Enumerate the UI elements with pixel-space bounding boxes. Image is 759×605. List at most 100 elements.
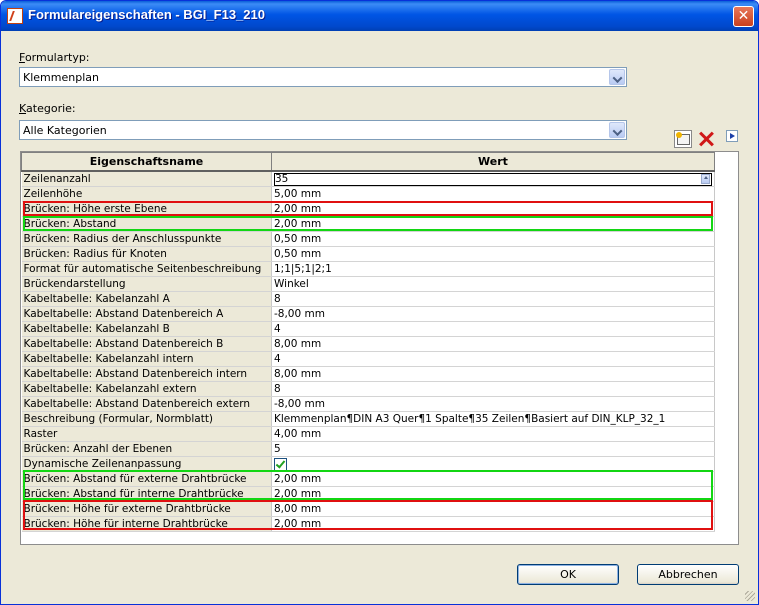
table-row[interactable]: Brücken: Höhe für externe Drahtbrücke 8,0… [21, 501, 715, 517]
property-name[interactable]: Kabeltabelle: Abstand Datenbereich inter… [21, 366, 272, 382]
property-value[interactable]: 2,00 mm [271, 471, 715, 487]
property-name[interactable]: Brücken: Abstand [21, 216, 272, 232]
table-row[interactable]: Format für automatische Seitenbeschreibu… [21, 261, 715, 277]
table-row[interactable]: Kabeltabelle: Kabelanzahl A8 [21, 291, 715, 307]
property-value[interactable]: 8 [271, 381, 715, 397]
property-value[interactable]: 4 [271, 321, 715, 337]
property-name[interactable]: Brücken: Abstand für externe Drahtbrücke [21, 471, 272, 487]
property-value[interactable]: -8,00 mm [271, 306, 715, 322]
zeilenanzahl-value: 35 [275, 172, 289, 185]
property-value[interactable]: 8 [271, 291, 715, 307]
delete-icon[interactable] [697, 130, 715, 148]
spinner-icon[interactable] [701, 173, 710, 184]
property-name[interactable]: Kabeltabelle: Abstand Datenbereich exter… [21, 396, 272, 412]
property-value[interactable]: 2,00 mm [271, 486, 715, 502]
formulartyp-label: Formulartyp: [19, 51, 90, 64]
dialog-window: Formulareigenschaften - BGI_F13_210 ✕ Fo… [0, 0, 759, 605]
property-value[interactable]: -8,00 mm [271, 396, 715, 412]
table-row[interactable]: Brücken: Abstand für interne Drahtbrücke… [21, 486, 715, 502]
property-value[interactable]: 8,00 mm [271, 366, 715, 382]
resize-grip[interactable] [745, 591, 755, 601]
property-value[interactable]: 8,00 mm [271, 501, 715, 517]
table-row[interactable]: Brücken: Abstand für externe Drahtbrücke… [21, 471, 715, 487]
chevron-down-icon[interactable] [609, 122, 625, 138]
column-header-value[interactable]: Wert [271, 152, 715, 172]
expand-arrow-icon[interactable] [726, 130, 738, 142]
property-name[interactable]: Dynamische Zeilenanpassung [21, 456, 272, 472]
property-name[interactable]: Brücken: Höhe erste Ebene [21, 201, 272, 217]
property-name[interactable]: Kabeltabelle: Kabelanzahl intern [21, 351, 272, 367]
property-value[interactable] [271, 456, 715, 472]
property-value[interactable]: 1;1|5;1|2;1 [271, 261, 715, 277]
table-row[interactable]: Kabeltabelle: Abstand Datenbereich B 8,00… [21, 336, 715, 352]
property-name[interactable]: Brücken: Radius für Knoten [21, 246, 272, 262]
formulartyp-value: Klemmenplan [23, 71, 99, 84]
property-name[interactable]: Brücken: Höhe für interne Drahtbrücke [21, 516, 272, 532]
close-button[interactable]: ✕ [733, 6, 754, 27]
property-value[interactable]: 0,50 mm [271, 246, 715, 262]
property-value[interactable]: Winkel [271, 276, 715, 292]
property-value[interactable]: Klemmenplan¶DIN A3 Quer¶1 Spalte¶35 Zeil… [271, 411, 715, 427]
kategorie-combo[interactable]: Alle Kategorien [19, 120, 627, 140]
table-row[interactable]: Beschreibung (Formular, Normblatt) Klemme… [21, 411, 715, 427]
property-table: Eigenschaftsname Wert Zeilenanzahl 35 Zeil… [21, 152, 715, 532]
cancel-button[interactable]: Abbrechen [637, 564, 739, 585]
ok-button[interactable]: OK [517, 564, 619, 585]
column-header-name[interactable]: Eigenschaftsname [21, 152, 272, 172]
kategorie-mnemonic: K [19, 102, 27, 115]
property-name[interactable]: Raster [21, 426, 272, 442]
property-name[interactable]: Format für automatische Seitenbeschreibu… [21, 261, 272, 277]
formulartyp-combo[interactable]: Klemmenplan [19, 67, 627, 87]
property-name[interactable]: Zeilenhöhe [21, 186, 272, 202]
property-value[interactable]: 2,00 mm [271, 201, 715, 217]
table-row[interactable]: Dynamische Zeilenanpassung [21, 456, 715, 472]
property-name[interactable]: Brückendarstellung [21, 276, 272, 292]
property-name[interactable]: Kabeltabelle: Kabelanzahl B [21, 321, 272, 337]
property-grid: Eigenschaftsname Wert Zeilenanzahl 35 Zeil… [20, 151, 739, 545]
property-name[interactable]: Brücken: Anzahl der Ebenen [21, 441, 272, 457]
app-icon [7, 8, 23, 24]
property-value[interactable]: 2,00 mm [271, 216, 715, 232]
table-row[interactable]: Brücken: Abstand 2,00 mm [21, 216, 715, 232]
property-value[interactable]: 35 [271, 171, 715, 187]
property-value[interactable]: 4 [271, 351, 715, 367]
property-name[interactable]: Kabeltabelle: Kabelanzahl A [21, 291, 272, 307]
property-name[interactable]: Brücken: Abstand für interne Drahtbrücke [21, 486, 272, 502]
property-name[interactable]: Kabeltabelle: Abstand Datenbereich B [21, 336, 272, 352]
kategorie-label: Kategorie: [19, 102, 76, 115]
table-row[interactable]: Zeilenanzahl 35 [21, 171, 715, 187]
table-row[interactable]: Brücken: Höhe erste Ebene 2,00 mm [21, 201, 715, 217]
new-property-icon[interactable] [674, 130, 692, 148]
property-name[interactable]: Kabeltabelle: Kabelanzahl extern [21, 381, 272, 397]
table-row[interactable]: Kabeltabelle: Abstand Datenbereich A -8,0… [21, 306, 715, 322]
window-title: Formulareigenschaften - BGI_F13_210 [28, 7, 265, 22]
property-name[interactable]: Zeilenanzahl [21, 171, 272, 187]
property-name[interactable]: Brücken: Höhe für externe Drahtbrücke [21, 501, 272, 517]
dynamic-row-checkbox[interactable] [274, 457, 287, 471]
property-value[interactable]: 5 [271, 441, 715, 457]
title-bar[interactable]: Formulareigenschaften - BGI_F13_210 ✕ [1, 1, 758, 31]
property-value[interactable]: 8,00 mm [271, 336, 715, 352]
property-value[interactable]: 5,00 mm [271, 186, 715, 202]
chevron-down-icon[interactable] [609, 69, 625, 85]
table-row[interactable]: Kabeltabelle: Abstand Datenbereich inter… [21, 366, 715, 382]
property-value[interactable]: 4,00 mm [271, 426, 715, 442]
property-name[interactable]: Kabeltabelle: Abstand Datenbereich A [21, 306, 272, 322]
table-row[interactable]: Brücken: Radius der Anschlusspunkte 0,50 … [21, 231, 715, 247]
table-row[interactable]: Kabeltabelle: Kabelanzahl extern 8 [21, 381, 715, 397]
table-row[interactable]: Brücken: Radius für Knoten 0,50 mm [21, 246, 715, 262]
table-row[interactable]: Brückendarstellung Winkel [21, 276, 715, 292]
table-row[interactable]: Zeilenhöhe 5,00 mm [21, 186, 715, 202]
kategorie-value: Alle Kategorien [23, 124, 107, 137]
table-row[interactable]: Brücken: Höhe für interne Drahtbrücke 2,0… [21, 516, 715, 532]
table-row[interactable]: Kabeltabelle: Abstand Datenbereich exter… [21, 396, 715, 412]
table-row[interactable]: Brücken: Anzahl der Ebenen 5 [21, 441, 715, 457]
property-name[interactable]: Beschreibung (Formular, Normblatt) [21, 411, 272, 427]
zeilenanzahl-input[interactable]: 35 [274, 172, 712, 186]
table-row[interactable]: Raster 4,00 mm [21, 426, 715, 442]
table-row[interactable]: Kabeltabelle: Kabelanzahl B4 [21, 321, 715, 337]
property-value[interactable]: 0,50 mm [271, 231, 715, 247]
table-row[interactable]: Kabeltabelle: Kabelanzahl intern 4 [21, 351, 715, 367]
property-value[interactable]: 2,00 mm [271, 516, 715, 532]
property-name[interactable]: Brücken: Radius der Anschlusspunkte [21, 231, 272, 247]
